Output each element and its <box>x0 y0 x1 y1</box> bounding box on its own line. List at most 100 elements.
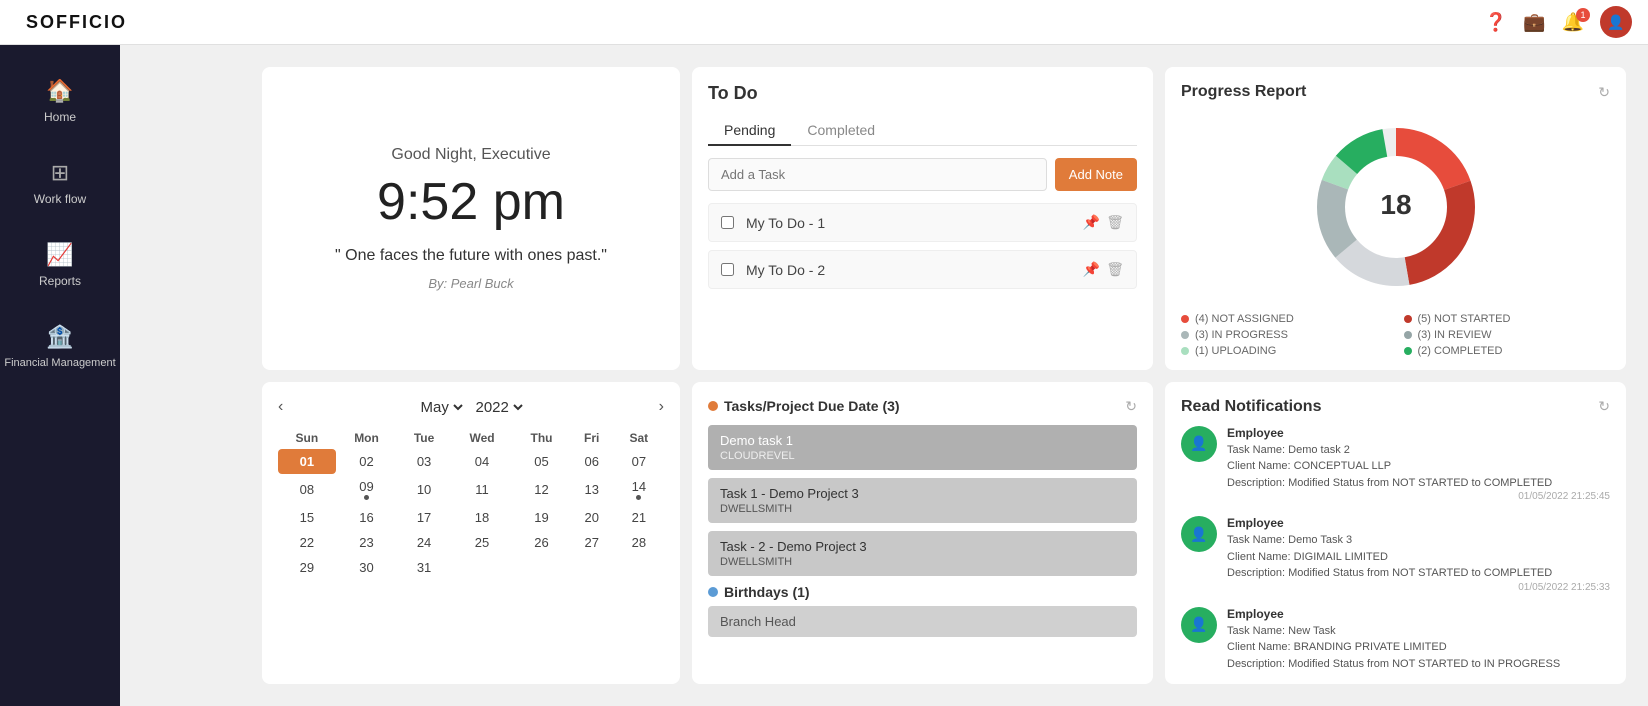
calendar-day[interactable]: 19 <box>513 505 570 530</box>
task-card-1-sub: CLOUDREVEL <box>720 450 1125 462</box>
progress-refresh-icon[interactable]: ↻ <box>1598 84 1610 101</box>
calendar-day[interactable]: 18 <box>451 505 513 530</box>
calendar-day[interactable]: 04 <box>451 449 513 474</box>
calendar-day[interactable]: 25 <box>451 530 513 555</box>
calendar-day[interactable]: 01 <box>278 449 336 474</box>
add-task-input[interactable] <box>708 158 1047 191</box>
notifications-refresh-icon[interactable]: ↻ <box>1598 398 1610 415</box>
todo-title: To Do <box>708 83 1137 104</box>
legend-label-in-progress: (3) IN PROGRESS <box>1195 329 1288 341</box>
calendar-day[interactable]: 11 <box>451 474 513 505</box>
legend-label-not-started: (5) NOT STARTED <box>1418 313 1511 325</box>
delete-icon-2[interactable]: 🗑 <box>1106 261 1124 278</box>
calendar-grid: Sun Mon Tue Wed Thu Fri Sat 010203040506… <box>278 427 664 580</box>
calendar-day[interactable]: 10 <box>397 474 451 505</box>
calendar-day[interactable]: 16 <box>336 505 398 530</box>
cal-header-thu: Thu <box>513 427 570 449</box>
calendar-day[interactable]: 12 <box>513 474 570 505</box>
calendar-prev-button[interactable]: ‹ <box>278 398 283 416</box>
legend-uploading: (1) UPLOADING <box>1181 345 1388 357</box>
calendar-day[interactable]: 30 <box>336 555 398 580</box>
calendar-day[interactable]: 29 <box>278 555 336 580</box>
task-card-1-title: Demo task 1 <box>720 433 1125 448</box>
calendar-day[interactable]: 08 <box>278 474 336 505</box>
calendar-day[interactable]: 15 <box>278 505 336 530</box>
tab-pending[interactable]: Pending <box>708 116 791 146</box>
calendar-day[interactable]: 06 <box>570 449 614 474</box>
avatar[interactable]: 👤 <box>1600 6 1632 38</box>
pin-icon-2[interactable]: 📌 <box>1083 261 1100 278</box>
notif-content-2: Employee Task Name: Demo Task 3 Client N… <box>1227 516 1610 593</box>
legend-label-not-assigned: (4) NOT ASSIGNED <box>1195 313 1294 325</box>
calendar-day[interactable]: 23 <box>336 530 398 555</box>
notification-badge: 1 <box>1576 8 1590 22</box>
notif-text-3: Task Name: New Task Client Name: BRANDIN… <box>1227 623 1610 673</box>
sidebar-item-financial-label: Financial Management <box>0 356 119 370</box>
calendar-day[interactable]: 02 <box>336 449 398 474</box>
legend-in-progress: (3) IN PROGRESS <box>1181 329 1388 341</box>
cal-header-fri: Fri <box>570 427 614 449</box>
calendar-day[interactable]: 20 <box>570 505 614 530</box>
calendar-day[interactable]: 07 <box>614 449 664 474</box>
calendar-day[interactable]: 05 <box>513 449 570 474</box>
calendar-day[interactable]: 22 <box>278 530 336 555</box>
calendar-day[interactable]: 21 <box>614 505 664 530</box>
tab-completed[interactable]: Completed <box>791 116 891 146</box>
notif-role-3: Employee <box>1227 607 1610 621</box>
calendar-day[interactable]: 13 <box>570 474 614 505</box>
todo-checkbox-1[interactable] <box>721 216 734 229</box>
legend-label-completed: (2) COMPLETED <box>1418 345 1503 357</box>
todo-item-label-2: My To Do - 2 <box>746 262 1083 278</box>
notification-item-3: 👤 Employee Task Name: New Task Client Na… <box>1181 607 1610 673</box>
calendar-day[interactable] <box>570 555 614 580</box>
legend-dot-in-progress <box>1181 331 1189 339</box>
calendar-day[interactable]: 31 <box>397 555 451 580</box>
notif-role-1: Employee <box>1227 426 1610 440</box>
delete-icon-1[interactable]: 🗑 <box>1106 214 1124 231</box>
sidebar-item-reports[interactable]: 📈 Reports <box>0 224 120 306</box>
task-card-2-sub: DWELLSMITH <box>720 503 1125 515</box>
welcome-panel: Good Night, Executive 9:52 pm " One face… <box>262 67 680 370</box>
todo-actions-2: 📌 🗑 <box>1083 261 1124 278</box>
sidebar-item-home[interactable]: 🏠 Home <box>0 60 120 142</box>
sidebar-item-workflow[interactable]: ⊞ Work flow <box>0 142 120 224</box>
calendar-panel: ‹ May 2022 › Sun Mon Tue Wed Thu Fri <box>262 382 680 685</box>
calendar-day[interactable]: 24 <box>397 530 451 555</box>
help-icon[interactable]: ❓ <box>1485 12 1507 33</box>
calendar-day[interactable]: 17 <box>397 505 451 530</box>
calendar-year-select[interactable]: 2022 <box>472 398 526 417</box>
add-note-button[interactable]: Add Note <box>1055 158 1137 191</box>
legend-dot-not-started <box>1404 315 1412 323</box>
progress-header: Progress Report ↻ <box>1181 83 1610 101</box>
calendar-day[interactable]: 09 <box>336 474 398 505</box>
workflow-icon: ⊞ <box>51 160 69 186</box>
pin-icon-1[interactable]: 📌 <box>1083 214 1100 231</box>
legend-not-assigned: (4) NOT ASSIGNED <box>1181 313 1388 325</box>
sidebar-item-financial[interactable]: 🏦 Financial Management <box>0 306 120 388</box>
notification-icon[interactable]: 🔔 1 <box>1562 12 1584 33</box>
birthday-card-1-title: Branch Head <box>720 614 1125 629</box>
briefcase-icon[interactable]: 💼 <box>1523 12 1545 33</box>
tasks-refresh-icon[interactable]: ↻ <box>1125 398 1137 415</box>
calendar-next-button[interactable]: › <box>659 398 664 416</box>
calendar-day[interactable] <box>451 555 513 580</box>
birthdays-section-title: Birthdays (1) <box>724 584 810 600</box>
calendar-month-select[interactable]: May <box>417 398 466 417</box>
tasks-panel: Tasks/Project Due Date (3) ↻ Demo task 1… <box>692 382 1153 685</box>
progress-title: Progress Report <box>1181 83 1306 101</box>
todo-checkbox-2[interactable] <box>721 263 734 276</box>
calendar-day[interactable]: 03 <box>397 449 451 474</box>
calendar-day[interactable] <box>614 555 664 580</box>
todo-panel: To Do Pending Completed Add Note My To D… <box>692 67 1153 370</box>
notif-time-1: 01/05/2022 21:25:45 <box>1227 491 1610 502</box>
calendar-day[interactable] <box>513 555 570 580</box>
calendar-day[interactable]: 27 <box>570 530 614 555</box>
task-card-3-sub: DWELLSMITH <box>720 556 1125 568</box>
topbar: SOFFICIO ❓ 💼 🔔 1 👤 <box>0 0 1648 45</box>
task-card-2: Task 1 - Demo Project 3 DWELLSMITH <box>708 478 1137 523</box>
notif-avatar-1: 👤 <box>1181 426 1217 462</box>
notifications-title: Read Notifications <box>1181 398 1321 416</box>
calendar-day[interactable]: 14 <box>614 474 664 505</box>
calendar-day[interactable]: 26 <box>513 530 570 555</box>
calendar-day[interactable]: 28 <box>614 530 664 555</box>
